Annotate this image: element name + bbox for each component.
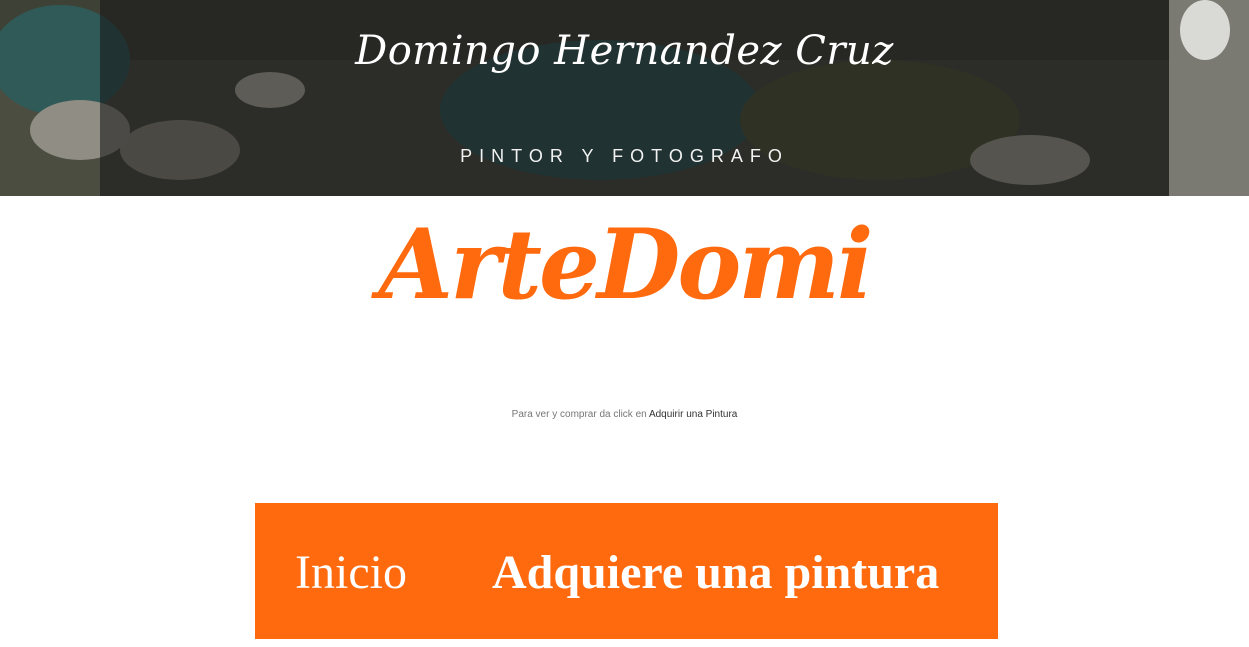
purchase-notice: Para ver y comprar da click en Adquirir … [0, 409, 1249, 420]
hero-banner: Domingo Hernandez Cruz PINTOR Y FOTOGRAF… [0, 0, 1249, 196]
nav-item-adquiere-pintura[interactable]: Adquiere una pintura [492, 545, 939, 601]
acquire-painting-link[interactable]: Adquirir una Pintura [649, 409, 737, 420]
hero-subtitle: PINTOR Y FOTOGRAFO [460, 146, 789, 166]
artedomi-logo: ArteDomi [378, 208, 874, 321]
main-nav: Inicio Adquiere una pintura [255, 503, 998, 639]
nav-item-inicio[interactable]: Inicio [295, 545, 407, 601]
hero-title: Domingo Hernandez Cruz [355, 28, 894, 74]
purchase-notice-text: Para ver y comprar da click en [511, 409, 647, 420]
